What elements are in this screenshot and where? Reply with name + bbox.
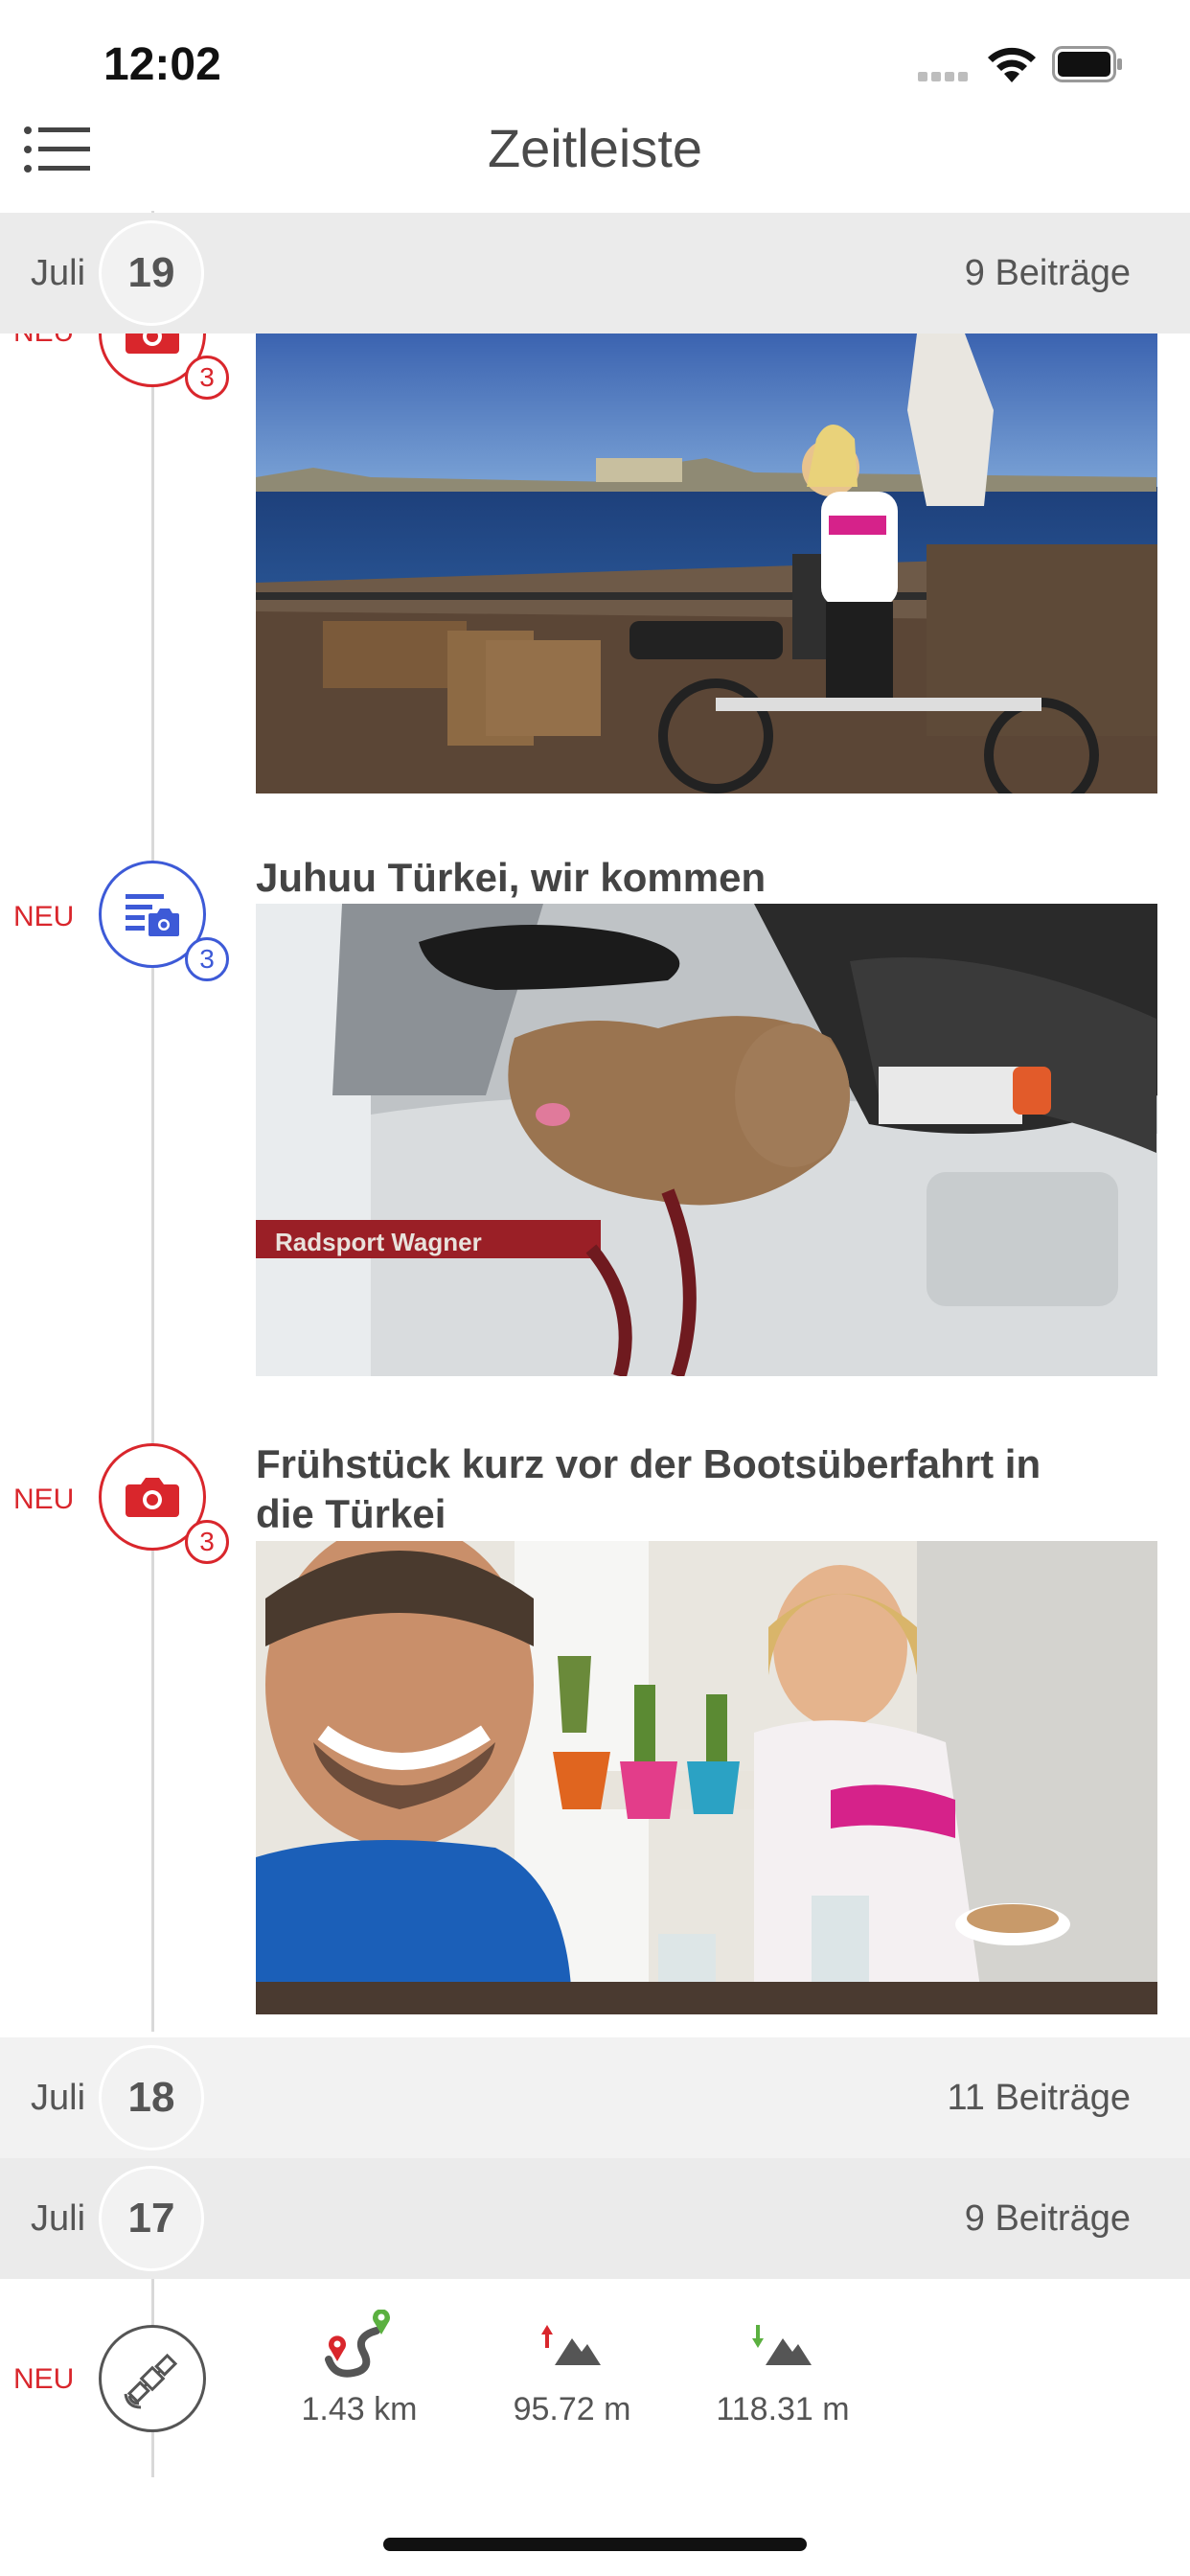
entry-title[interactable]: Juhuu Türkei, wir kommen: [256, 853, 1099, 903]
date-month: Juli: [31, 253, 86, 293]
stat-value: 118.31 m: [716, 2391, 850, 2427]
stat-value: 95.72 m: [513, 2391, 631, 2427]
date-month: Juli: [31, 2078, 86, 2118]
new-label: NEU: [13, 901, 75, 932]
date-day: 19: [99, 220, 204, 326]
text-photo-icon: [126, 894, 179, 936]
status-time: 12:02: [103, 39, 221, 90]
camera-icon: [126, 1478, 179, 1517]
photo-stuffed-toy-bike: Radsport Wagner: [256, 904, 1157, 1376]
route-icon: [325, 2309, 390, 2378]
home-indicator[interactable]: [383, 2538, 807, 2551]
date-day: 18: [99, 2045, 204, 2150]
date-day: 17: [99, 2166, 204, 2271]
ascent-icon: [541, 2325, 601, 2365]
wifi-icon: [985, 44, 1039, 84]
date-header[interactable]: Juli 18 11 Beiträge: [0, 2037, 1190, 2158]
post-count: 9 Beiträge: [964, 253, 1131, 293]
entry-photo[interactable]: [256, 1541, 1157, 2014]
photo-text: Radsport Wagner: [275, 1228, 482, 1256]
cellular-signal-icon: [918, 69, 975, 81]
photo-count-badge: 3: [185, 356, 229, 400]
post-count: 9 Beiträge: [964, 2198, 1131, 2239]
photo-count-badge: 3: [185, 937, 229, 981]
new-label: NEU: [13, 1484, 75, 1515]
photo-count-badge: 3: [185, 1520, 229, 1564]
date-header[interactable]: Juli 17 9 Beiträge: [0, 2158, 1190, 2279]
entry-photo[interactable]: Radsport Wagner: [256, 904, 1157, 1376]
photo-breakfast-selfie: [256, 1541, 1157, 2014]
track-stat-ascent: 95.72 m: [500, 2310, 644, 2428]
track-stat-distance: 1.43 km: [287, 2309, 431, 2428]
track-stat-descent: 118.31 m: [711, 2310, 855, 2428]
stat-value: 1.43 km: [301, 2391, 418, 2427]
post-count: 11 Beiträge: [947, 2078, 1131, 2118]
photo-harbour-bike: [256, 334, 1157, 794]
entry-title[interactable]: Frühstück kurz vor der Bootsüberfahrt in…: [256, 1439, 1099, 1539]
descent-icon: [752, 2325, 812, 2365]
new-label: NEU: [13, 2363, 75, 2395]
date-header[interactable]: Juli 19 9 Beiträge: [0, 213, 1190, 334]
date-month: Juli: [31, 2198, 86, 2239]
entry-photo[interactable]: [256, 334, 1157, 794]
page-title: Zeitleiste: [487, 118, 703, 178]
satellite-icon: [124, 2353, 178, 2409]
entry-icon[interactable]: [99, 2325, 206, 2432]
timeline-line: [151, 211, 154, 2032]
battery-icon: [1052, 46, 1123, 82]
